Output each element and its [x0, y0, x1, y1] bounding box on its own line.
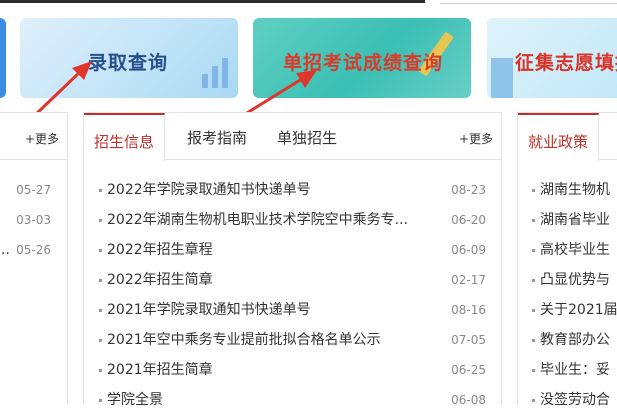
search-box-edge[interactable]: [440, 0, 617, 4]
chart-decoration: [202, 58, 228, 88]
list-item[interactable]: 没签劳动合: [518, 385, 617, 415]
item-date: 08-23: [451, 183, 486, 197]
item-title: 教育部办公: [540, 332, 610, 348]
item-title: 2021年空中乘务专业提前批拟合格名单公示: [107, 332, 381, 348]
item-title: 毕业生：妥: [540, 362, 610, 378]
left-more-link[interactable]: +更多: [25, 130, 59, 147]
left-panel-header: +更多: [0, 113, 67, 160]
banner-exam-score-query[interactable]: 单招考试成绩查询: [253, 18, 471, 98]
list-item[interactable]: 凸显优势与: [518, 265, 617, 295]
list-item[interactable]: 2021年空中乘务专业提前批拟合格名单公示 07-05: [84, 325, 501, 355]
item-title: 2022年招生简章: [107, 272, 213, 288]
item-title: 没签劳动合: [540, 392, 610, 408]
list-item[interactable]: 05-27: [0, 175, 67, 205]
item-title: 2021年学院录取通知书快递单号: [107, 302, 311, 318]
item-title: 高校毕业生: [540, 242, 610, 258]
building-decoration: [491, 58, 513, 98]
item-title: 2022年学院录取通知书快递单号: [107, 182, 311, 198]
list-item[interactable]: 2022年招生章程 06-09: [84, 235, 501, 265]
list-item[interactable]: 2021年招生简章 06-25: [84, 355, 501, 385]
list-item[interactable]: 湖南省毕业: [518, 205, 617, 235]
list-item[interactable]: 2022年湖南生物机电职业技术学院空中乘务专... 06-20: [84, 205, 501, 235]
list-item[interactable]: 湖南生物机: [518, 175, 617, 205]
banner-admission-query[interactable]: 录取查询: [20, 18, 238, 98]
tab-employment-policy[interactable]: 就业政策: [518, 113, 600, 161]
item-date: 06-20: [451, 213, 486, 227]
banner-volunteer-application-label: 征集志愿填报: [515, 52, 617, 74]
list-item[interactable]: .. 05-26: [0, 235, 67, 265]
item-title: 2022年招生章程: [107, 242, 213, 258]
list-item[interactable]: 关于2021届: [518, 295, 617, 325]
item-title: 2022年湖南生物机电职业技术学院空中乘务专...: [107, 212, 408, 228]
item-title: ..: [1, 242, 10, 258]
list-item[interactable]: 学院全景 06-08: [84, 385, 501, 415]
item-date: 07-05: [451, 333, 486, 347]
tab-independent-enrollment[interactable]: 单独招生: [277, 127, 337, 148]
employment-tabs: 就业政策: [518, 113, 617, 161]
top-dark-bar: [0, 0, 425, 3]
item-date: 08-16: [451, 303, 486, 317]
list-item[interactable]: 毕业生：妥: [518, 355, 617, 385]
tab-application-guide[interactable]: 报考指南: [187, 127, 247, 148]
left-news-panel: +更多 05-27 03-03 .. 05-26: [0, 112, 68, 404]
list-item[interactable]: 03-03: [0, 205, 67, 235]
employment-policy-panel: 就业政策 湖南生物机 湖南省毕业 高校毕业生 凸显优势与 关于2021届 教育部…: [517, 112, 617, 408]
list-item[interactable]: 高校毕业生: [518, 235, 617, 265]
item-date: 06-25: [451, 363, 486, 377]
item-title: 凸显优势与: [540, 272, 610, 288]
top-strip: [0, 0, 617, 12]
item-title: 学院全景: [107, 392, 163, 408]
item-date: 06-08: [451, 393, 486, 407]
item-title: 湖南生物机: [540, 182, 610, 198]
admissions-news-list: 2022年学院录取通知书快递单号 08-23 2022年湖南生物机电职业技术学院空…: [84, 175, 501, 415]
item-title: 关于2021届: [540, 302, 617, 318]
tab-admission-info[interactable]: 招生信息: [84, 113, 166, 161]
list-item[interactable]: 2022年招生简章 02-17: [84, 265, 501, 295]
banner-admission-query-label: 录取查询: [88, 52, 169, 74]
employment-news-list: 湖南生物机 湖南省毕业 高校毕业生 凸显优势与 关于2021届 教育部办公 毕业…: [518, 175, 617, 415]
admissions-more-link[interactable]: +更多: [459, 130, 493, 147]
admissions-tabs: 招生信息 报考指南 单独招生 +更多: [84, 113, 501, 161]
list-item[interactable]: 2021年学院录取通知书快递单号 08-16: [84, 295, 501, 325]
banner-volunteer-application[interactable]: 征集志愿填报: [487, 18, 617, 98]
item-date: 05-26: [16, 243, 51, 257]
left-news-list: 05-27 03-03 .. 05-26: [0, 175, 67, 265]
item-date: 06-09: [451, 243, 486, 257]
item-date: 05-27: [16, 183, 51, 197]
list-item[interactable]: 2022年学院录取通知书快递单号 08-23: [84, 175, 501, 205]
banner-exam-score-query-label: 单招考试成绩查询: [283, 52, 444, 74]
item-title: 2021年招生简章: [107, 362, 213, 378]
item-title: 湖南省毕业: [540, 212, 610, 228]
item-date: 02-17: [451, 273, 486, 287]
list-item[interactable]: 教育部办公: [518, 325, 617, 355]
admissions-panel: 招生信息 报考指南 单独招生 +更多 2022年学院录取通知书快递单号 08-23…: [83, 112, 502, 408]
banner-partial-left[interactable]: [0, 18, 6, 98]
item-date: 03-03: [16, 213, 51, 227]
